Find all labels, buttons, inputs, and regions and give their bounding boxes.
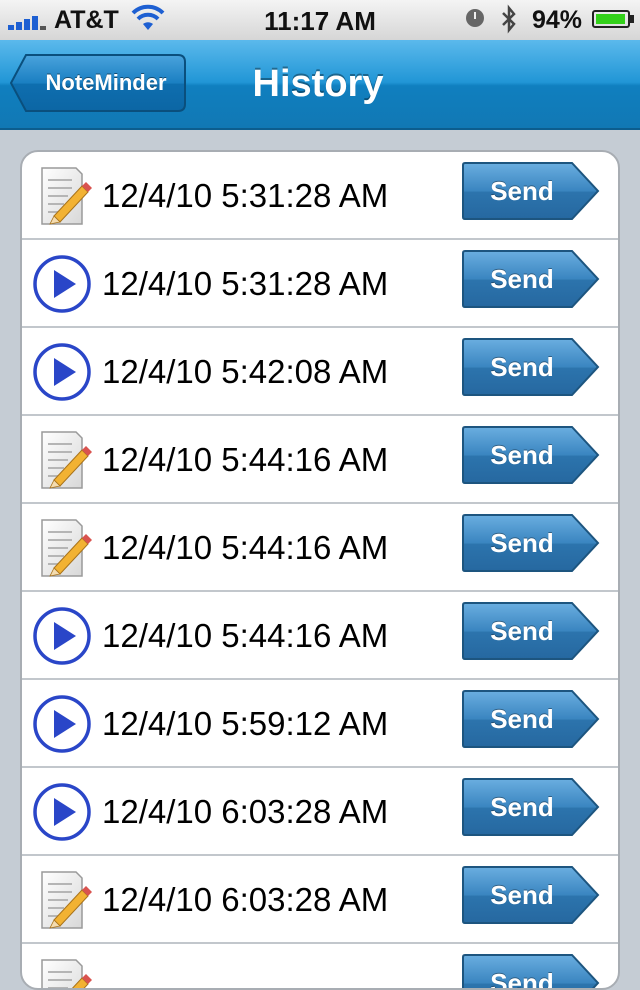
page-title: History <box>252 63 384 105</box>
send-button[interactable]: Send <box>462 162 600 220</box>
history-row[interactable]: Send <box>22 944 618 990</box>
history-row[interactable]: 12/4/10 5:31:28 AM Send <box>22 240 618 328</box>
send-button[interactable]: Send <box>462 338 600 396</box>
send-button[interactable]: Send <box>462 602 600 660</box>
history-row[interactable]: 12/4/10 5:44:16 AM Send <box>22 416 618 504</box>
alarm-clock-icon <box>466 9 484 27</box>
history-timestamp: 12/4/10 5:59:12 AM <box>102 705 389 742</box>
status-bar: AT&T 11:17 AM 94% <box>0 0 640 41</box>
history-row[interactable]: 12/4/10 6:03:28 AM Send <box>22 856 618 944</box>
send-button-label: Send <box>490 440 554 470</box>
history-timestamp: 12/4/10 6:03:28 AM <box>102 793 389 830</box>
history-row[interactable]: 12/4/10 6:03:28 AM Send <box>22 768 618 856</box>
send-button-label: Send <box>490 616 554 646</box>
send-button[interactable]: Send <box>462 250 600 308</box>
note-icon <box>32 958 92 988</box>
history-list: 12/4/10 5:31:28 AM Send 12/4/10 5:31:28 AM… <box>20 150 620 990</box>
send-button[interactable]: Send <box>462 778 600 836</box>
back-button[interactable]: NoteMinder <box>10 54 186 112</box>
send-button-label: Send <box>490 880 554 910</box>
note-icon <box>32 870 92 930</box>
send-button-label: Send <box>490 704 554 734</box>
battery-percent: 94% <box>532 6 583 34</box>
back-button-label: NoteMinder <box>45 70 167 95</box>
history-timestamp: 12/4/10 5:42:08 AM <box>102 353 389 390</box>
send-button[interactable]: Send <box>462 514 600 572</box>
history-timestamp: 12/4/10 5:44:16 AM <box>102 529 389 566</box>
send-button-label: Send <box>490 968 554 990</box>
bluetooth-icon <box>502 4 516 34</box>
history-row[interactable]: 12/4/10 5:44:16 AM Send <box>22 504 618 592</box>
send-button[interactable]: Send <box>462 690 600 748</box>
send-button-label: Send <box>490 528 554 558</box>
history-timestamp: 12/4/10 5:44:16 AM <box>102 617 389 654</box>
history-row[interactable]: 12/4/10 5:31:28 AM Send <box>22 152 618 240</box>
history-timestamp: 12/4/10 5:31:28 AM <box>102 177 389 214</box>
note-icon <box>32 166 92 226</box>
play-icon[interactable] <box>32 782 92 842</box>
navigation-bar: NoteMinder History <box>0 40 640 130</box>
history-row[interactable]: 12/4/10 5:42:08 AM Send <box>22 328 618 416</box>
send-button-label: Send <box>490 792 554 822</box>
battery-tip <box>630 15 634 23</box>
play-icon[interactable] <box>32 694 92 754</box>
history-timestamp: 12/4/10 6:03:28 AM <box>102 881 389 918</box>
play-icon[interactable] <box>32 342 92 402</box>
history-timestamp: 12/4/10 5:31:28 AM <box>102 265 389 302</box>
send-button[interactable]: Send <box>462 954 600 990</box>
send-button-label: Send <box>490 352 554 382</box>
play-icon[interactable] <box>32 254 92 314</box>
play-icon[interactable] <box>32 606 92 666</box>
send-button[interactable]: Send <box>462 866 600 924</box>
history-row[interactable]: 12/4/10 5:59:12 AM Send <box>22 680 618 768</box>
note-icon <box>32 518 92 578</box>
history-timestamp: 12/4/10 5:44:16 AM <box>102 441 389 478</box>
send-button-label: Send <box>490 264 554 294</box>
send-button-label: Send <box>490 176 554 206</box>
send-button[interactable]: Send <box>462 426 600 484</box>
history-row[interactable]: 12/4/10 5:44:16 AM Send <box>22 592 618 680</box>
battery-icon <box>592 10 630 28</box>
note-icon <box>32 430 92 490</box>
